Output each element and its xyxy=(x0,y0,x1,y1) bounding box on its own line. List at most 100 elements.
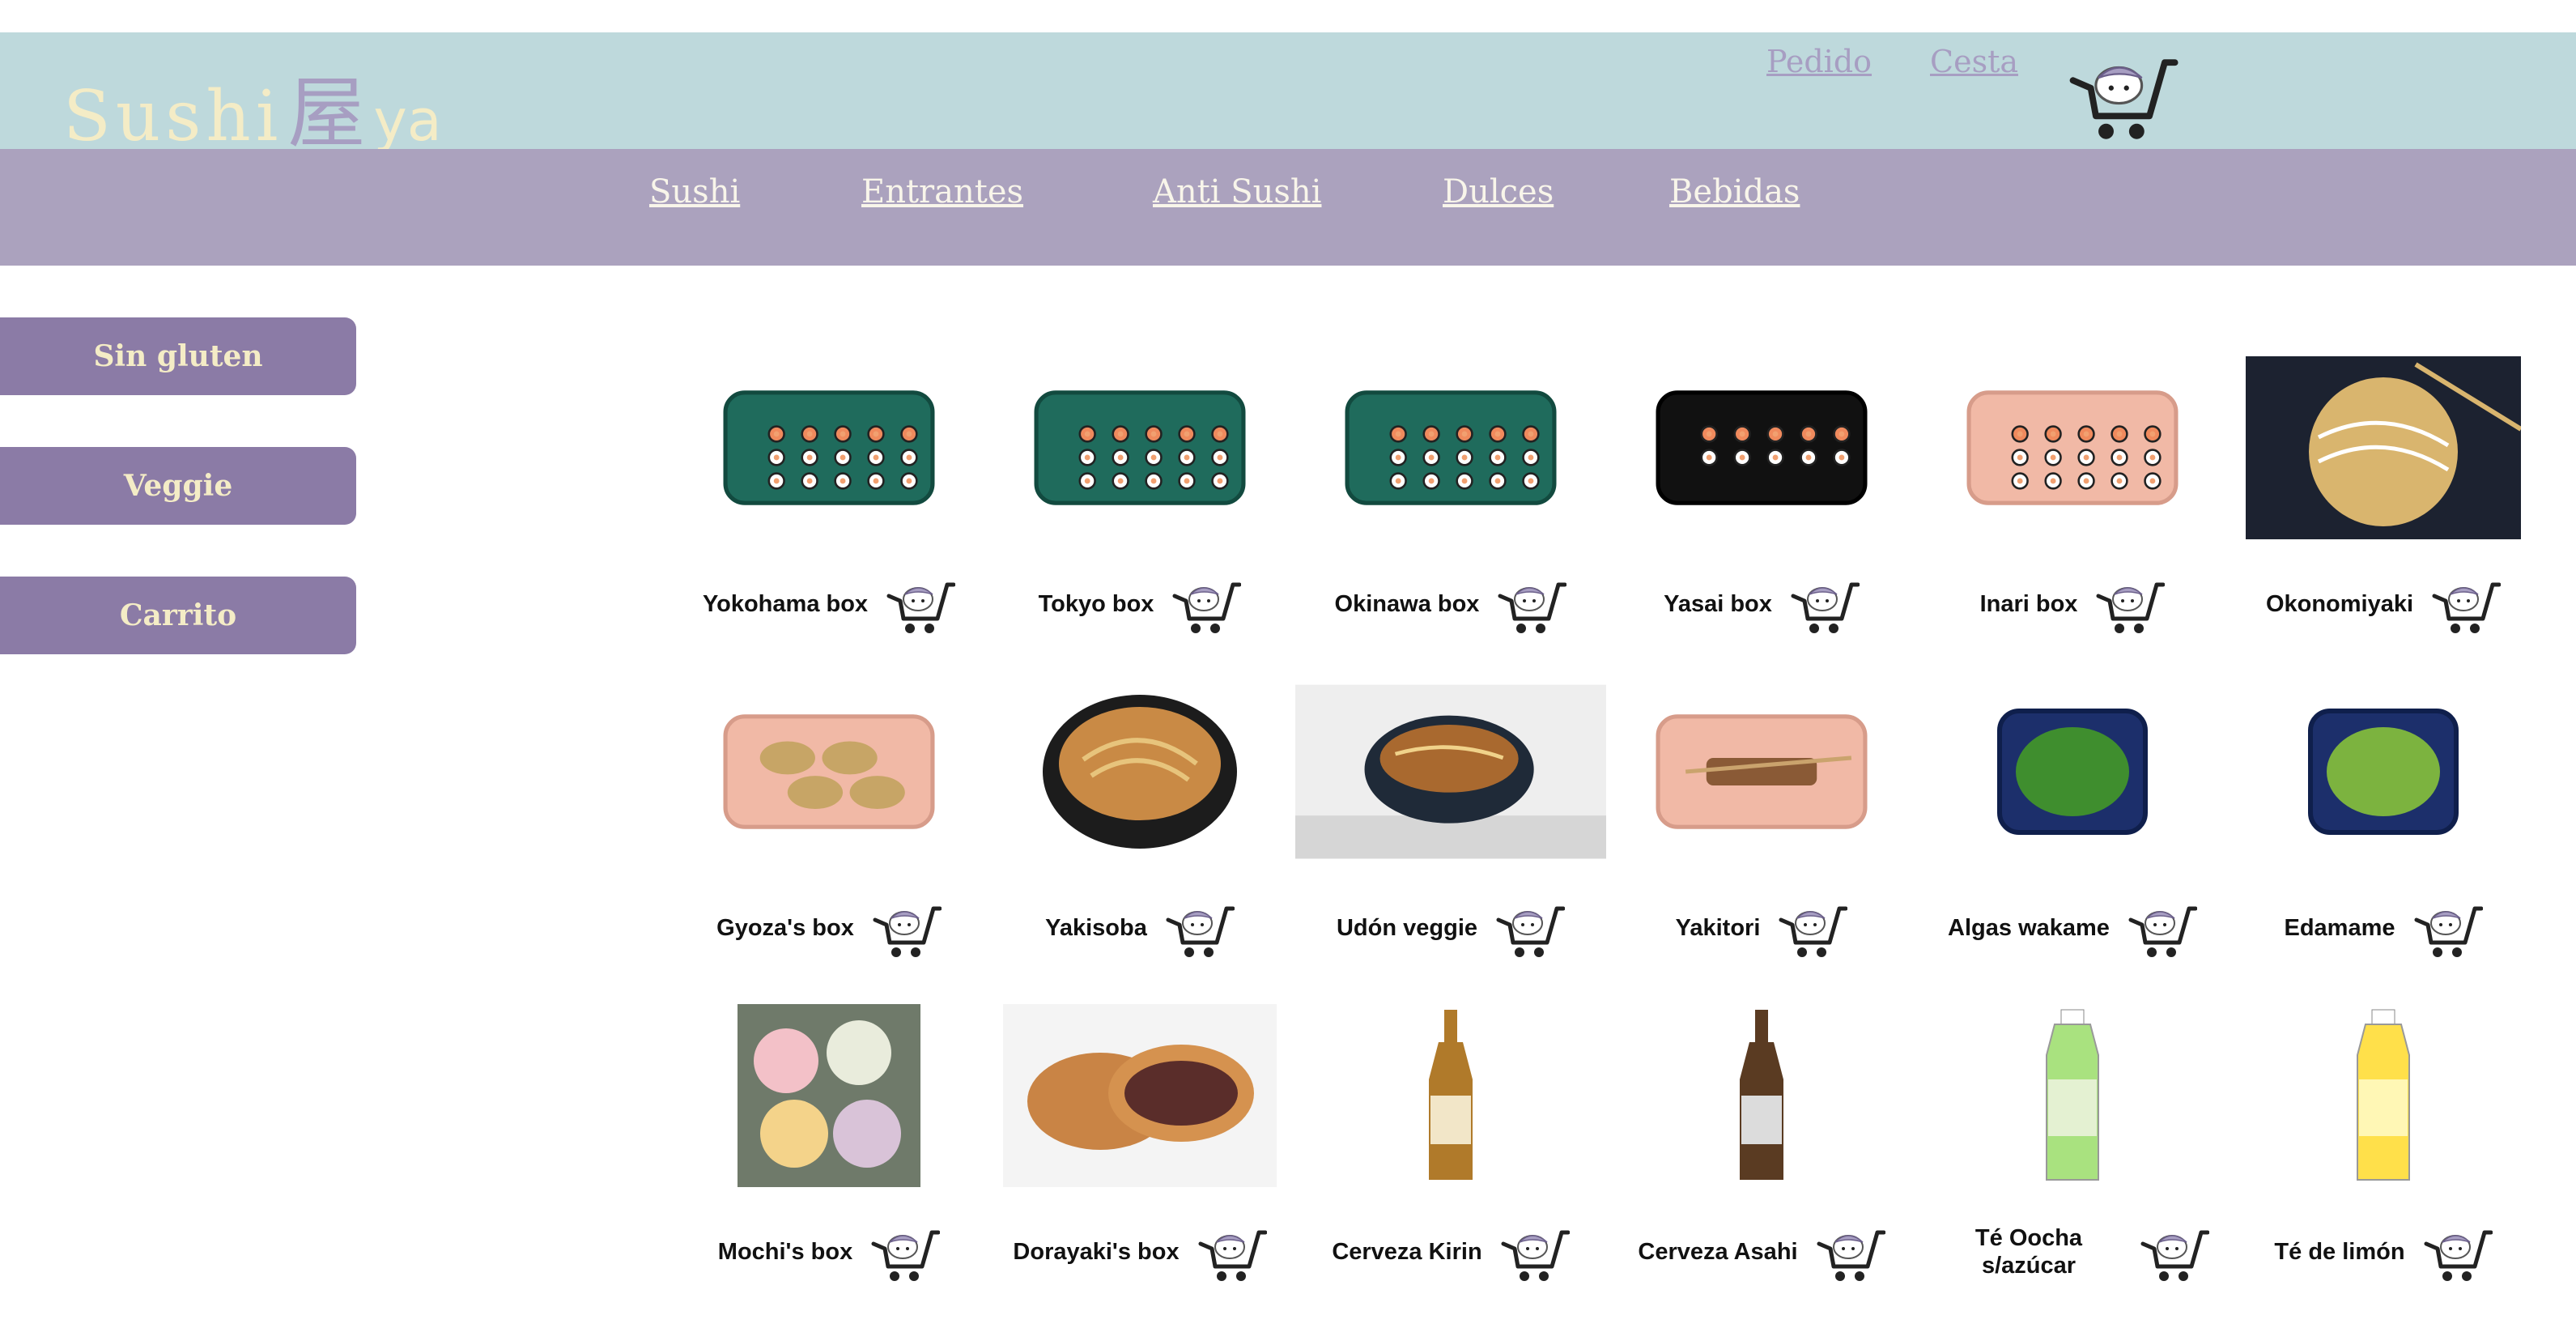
product-name: Cerveza Asahi xyxy=(1638,1239,1798,1265)
product-image[interactable] xyxy=(674,680,984,863)
product-image[interactable] xyxy=(674,356,984,539)
product-image[interactable] xyxy=(984,356,1295,539)
product-card: Algas wakame xyxy=(1917,680,2228,1004)
product-image[interactable] xyxy=(1295,1004,1606,1187)
product-label-row: Dorayaki's box xyxy=(984,1219,1295,1284)
product-card: Okonomiyaki xyxy=(2228,356,2539,680)
product-image[interactable] xyxy=(1917,356,2228,539)
site-logo[interactable]: Sushi 屋 ya xyxy=(63,50,442,159)
add-to-cart-icon[interactable] xyxy=(872,896,942,960)
site-header: Sushi 屋 ya Pedido Cesta xyxy=(0,32,2576,159)
product-label-row: Yakisoba xyxy=(984,896,1295,960)
product-card: Té de limón xyxy=(2228,1004,2539,1328)
add-to-cart-icon[interactable] xyxy=(1495,896,1565,960)
product-label-row: Inari box xyxy=(1917,572,2228,636)
veggie-button[interactable]: Veggie xyxy=(0,447,356,525)
product-name: Okonomiyaki xyxy=(2265,591,2414,617)
add-to-cart-icon[interactable] xyxy=(2128,896,2197,960)
product-name: Cerveza Kirin xyxy=(1332,1239,1482,1265)
product-label-row: Cerveza Asahi xyxy=(1606,1219,1917,1284)
add-to-cart-icon[interactable] xyxy=(2413,896,2483,960)
logo-suffix: ya xyxy=(373,87,442,154)
add-to-cart-icon[interactable] xyxy=(2140,1219,2209,1284)
logo-text: Sushi xyxy=(63,76,283,157)
add-to-cart-icon[interactable] xyxy=(2431,572,2502,636)
product-image[interactable] xyxy=(2228,356,2539,539)
product-name: Mochi's box xyxy=(717,1239,853,1265)
product-card: Cerveza Kirin xyxy=(1295,1004,1606,1328)
product-image[interactable] xyxy=(1295,356,1606,539)
product-label-row: Yasai box xyxy=(1606,572,1917,636)
product-image[interactable] xyxy=(1295,680,1606,863)
product-label-row: Edamame xyxy=(2228,896,2539,960)
product-name: Yasai box xyxy=(1664,591,1772,617)
product-name: Edamame xyxy=(2284,915,2395,941)
product-name: Té de limón xyxy=(2274,1239,2405,1265)
add-to-cart-icon[interactable] xyxy=(2423,1219,2493,1284)
add-to-cart-icon[interactable] xyxy=(870,1219,941,1284)
product-label-row: Yokohama box xyxy=(674,572,984,636)
add-to-cart-icon[interactable] xyxy=(2095,572,2166,636)
product-card: Edamame xyxy=(2228,680,2539,1004)
product-label-row: Udón veggie xyxy=(1295,896,1606,960)
nav-sushi[interactable]: Sushi xyxy=(649,173,740,211)
product-label-row: Cerveza Kirin xyxy=(1295,1219,1606,1284)
product-label-row: Algas wakame xyxy=(1917,896,2228,960)
category-nav: Sushi Entrantes Anti Sushi Dulces Bebida… xyxy=(0,149,2576,266)
product-card: Yakitori xyxy=(1606,680,1917,1004)
product-card: Dorayaki's box xyxy=(984,1004,1295,1328)
sin-gluten-button[interactable]: Sin gluten xyxy=(0,317,356,395)
carrito-button[interactable]: Carrito xyxy=(0,577,356,654)
product-label-row: Té de limón xyxy=(2228,1219,2539,1284)
pedido-link[interactable]: Pedido xyxy=(1766,44,1872,79)
product-label-row: Okinawa box xyxy=(1295,572,1606,636)
product-name: Udón veggie xyxy=(1336,915,1477,941)
product-image[interactable] xyxy=(1917,680,2228,863)
nav-anti-sushi[interactable]: Anti Sushi xyxy=(1153,173,1321,211)
add-to-cart-icon[interactable] xyxy=(1500,1219,1570,1284)
product-label-row: Té Oocha s/azúcar xyxy=(1917,1219,2228,1284)
product-image[interactable] xyxy=(2228,1004,2539,1187)
product-image[interactable] xyxy=(984,680,1295,863)
product-label-row: Mochi's box xyxy=(674,1219,984,1284)
product-image[interactable] xyxy=(674,1004,984,1187)
product-card: Cerveza Asahi xyxy=(1606,1004,1917,1328)
product-card: Yokohama box xyxy=(674,356,984,680)
cesta-link[interactable]: Cesta xyxy=(1930,44,2018,79)
product-label-row: Okonomiyaki xyxy=(2228,572,2539,636)
nav-bebidas[interactable]: Bebidas xyxy=(1669,173,1800,211)
product-card: Gyoza's box xyxy=(674,680,984,1004)
product-image[interactable] xyxy=(1606,1004,1917,1187)
product-image[interactable] xyxy=(1917,1004,2228,1187)
add-to-cart-icon[interactable] xyxy=(1165,896,1235,960)
product-image[interactable] xyxy=(2228,680,2539,863)
product-label-row: Tokyo box xyxy=(984,572,1295,636)
add-to-cart-icon[interactable] xyxy=(1171,572,1242,636)
logo-kanji: 屋 xyxy=(287,68,366,159)
product-name: Okinawa box xyxy=(1334,591,1480,617)
product-name: Tokyo box xyxy=(1038,591,1154,617)
product-image[interactable] xyxy=(1606,356,1917,539)
add-to-cart-icon[interactable] xyxy=(1497,572,1567,636)
product-card: Té Oocha s/azúcar xyxy=(1917,1004,2228,1328)
nav-entrantes[interactable]: Entrantes xyxy=(861,173,1023,211)
nav-dulces[interactable]: Dulces xyxy=(1443,173,1554,211)
add-to-cart-icon[interactable] xyxy=(1816,1219,1885,1284)
product-image[interactable] xyxy=(984,1004,1295,1187)
product-name: Yakitori xyxy=(1675,915,1761,941)
add-to-cart-icon[interactable] xyxy=(1197,1219,1267,1284)
product-name: Gyoza's box xyxy=(716,915,854,941)
product-name: Té Oocha s/azúcar xyxy=(1975,1225,2083,1279)
product-image[interactable] xyxy=(1606,680,1917,863)
product-name: Yokohama box xyxy=(702,591,869,617)
product-label-row: Gyoza's box xyxy=(674,896,984,960)
cart-mascot-icon[interactable] xyxy=(2063,42,2183,144)
add-to-cart-icon[interactable] xyxy=(1778,896,1848,960)
product-card: Tokyo box xyxy=(984,356,1295,680)
product-card: Mochi's box xyxy=(674,1004,984,1328)
product-card: Yakisoba xyxy=(984,680,1295,1004)
product-card: Okinawa box xyxy=(1295,356,1606,680)
add-to-cart-icon[interactable] xyxy=(1790,572,1860,636)
product-card: Udón veggie xyxy=(1295,680,1606,1004)
add-to-cart-icon[interactable] xyxy=(886,572,956,636)
